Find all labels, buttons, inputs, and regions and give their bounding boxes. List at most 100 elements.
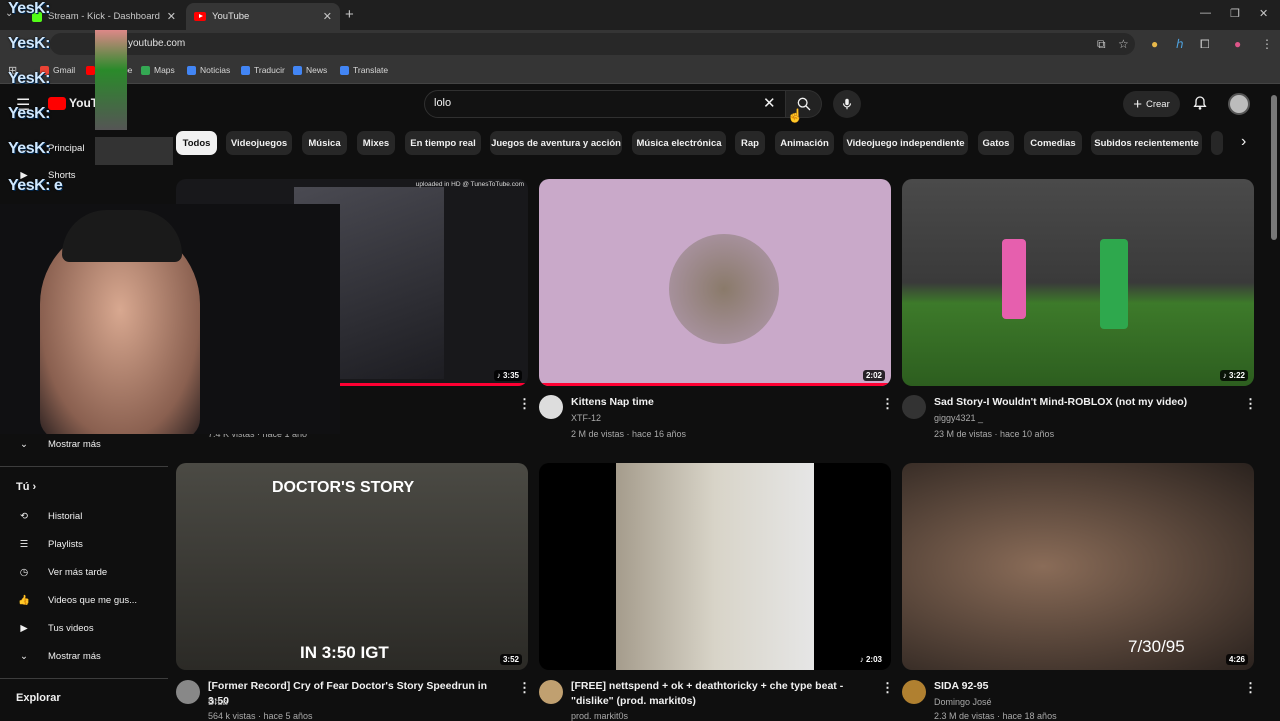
extension-icon[interactable]: ● <box>1151 37 1158 51</box>
chip-mixes[interactable]: Mixes <box>357 131 395 155</box>
chip-todos[interactable]: Todos <box>176 131 217 155</box>
youtube-favicon-icon <box>194 12 206 21</box>
more-options-icon[interactable]: ⋮ <box>518 396 531 412</box>
new-tab-button[interactable]: + <box>345 6 354 23</box>
chip-videojuego-independiente[interactable]: Videojuego independiente <box>843 131 968 155</box>
sidebar-divider <box>0 678 168 679</box>
sidebar-show-more-2[interactable]: ⌄ Mostrar más <box>16 648 101 664</box>
bookmark-maps[interactable]: Maps <box>141 65 175 75</box>
duration-badge: ♪ 2:03 <box>856 654 885 665</box>
news-icon <box>187 65 196 75</box>
chip-musica-electronica[interactable]: Música electrónica <box>632 131 726 155</box>
channel-avatar[interactable] <box>176 680 200 704</box>
bookmark-star-icon[interactable]: ☆ <box>1118 37 1129 51</box>
channel-avatar[interactable] <box>539 395 563 419</box>
more-options-icon[interactable]: ⋮ <box>518 680 531 696</box>
sidebar-divider <box>0 466 168 467</box>
chevron-right-icon[interactable]: › <box>1241 133 1246 151</box>
thumbnail-image <box>669 234 779 344</box>
search-query: lolo <box>434 97 452 109</box>
video-thumbnail-5[interactable]: ♪ 2:03 <box>539 463 891 670</box>
bookmark-news[interactable]: News <box>293 65 327 75</box>
duration-badge: 2:02 <box>862 370 885 381</box>
yesk-overlay-brand: YesK: <box>8 70 50 87</box>
more-options-icon[interactable]: ⋮ <box>881 680 894 696</box>
channel-avatar[interactable] <box>539 680 563 704</box>
chip-musica[interactable]: Música <box>302 131 347 155</box>
sidebar-item-tus-videos[interactable]: ▶ Tus videos <box>16 620 93 636</box>
address-bar[interactable] <box>50 33 1135 55</box>
clear-search-icon[interactable]: ✕ <box>763 94 776 112</box>
thumbnail-overlay-text: IN 3:50 IGT <box>300 643 389 662</box>
chip-comedias[interactable]: Comedias <box>1024 131 1082 155</box>
close-tab-icon[interactable]: ✕ <box>323 10 332 23</box>
chip-juegos-aventura[interactable]: Juegos de aventura y acción <box>490 131 622 155</box>
tab-youtube[interactable]: YouTube ✕ <box>186 3 340 30</box>
create-button[interactable]: + Crear <box>1123 91 1180 117</box>
maps-icon <box>141 65 150 75</box>
sidebar-show-more-1[interactable]: ⌄ Mostrar más <box>16 436 101 452</box>
chip-videojuegos[interactable]: Videojuegos <box>226 131 292 155</box>
bookmark-noticias[interactable]: Noticias <box>187 65 230 75</box>
chip-subidos-recientemente[interactable]: Subidos recientemente <box>1091 131 1202 155</box>
more-options-icon[interactable]: ⋮ <box>1244 396 1257 412</box>
chip-gatos[interactable]: Gatos <box>978 131 1014 155</box>
video-thumbnail-4[interactable]: DOCTOR'S STORY IN 3:50 IGT 3:52 <box>176 463 528 670</box>
more-options-icon[interactable]: ⋮ <box>1244 680 1257 696</box>
chip-partial[interactable] <box>1211 131 1223 155</box>
yesk-overlay-brand: YesK: <box>8 0 50 17</box>
overlay-thumbnail <box>95 30 127 130</box>
url-text: youtube.com <box>128 38 186 49</box>
chip-rap[interactable]: Rap <box>735 131 765 155</box>
video-thumbnail-3[interactable]: ♪ 3:22 <box>902 179 1254 386</box>
sidebar-item-playlists[interactable]: ☰ Playlists <box>16 536 83 552</box>
video-title[interactable]: [Former Record] Cry of Fear Doctor's Sto… <box>208 679 508 709</box>
account-avatar[interactable] <box>1228 93 1250 115</box>
chip-animacion[interactable]: Animación <box>775 131 834 155</box>
channel-name[interactable]: giggy4321 _ <box>934 413 983 423</box>
thumbnail-image <box>616 463 814 670</box>
video-title[interactable]: SIDA 92-95 <box>934 679 1234 694</box>
close-tab-icon[interactable]: ✕ <box>167 10 176 23</box>
minimize-button[interactable]: — <box>1200 7 1211 19</box>
more-options-icon[interactable]: ⋮ <box>881 396 894 412</box>
close-window-button[interactable]: ✕ <box>1259 7 1268 20</box>
channel-avatar[interactable] <box>902 680 926 704</box>
maximize-button[interactable]: ❐ <box>1230 7 1240 20</box>
notifications-button[interactable] <box>1192 94 1208 117</box>
video-title[interactable]: Kittens Nap time <box>571 395 871 410</box>
translate-extension-icon[interactable]: ℎ <box>1176 37 1184 51</box>
channel-avatar[interactable] <box>902 395 926 419</box>
progress-bar <box>539 383 891 386</box>
install-app-icon[interactable]: ⧉ <box>1097 37 1106 52</box>
sidebar-item-historial[interactable]: ⟲ Historial <box>16 508 82 524</box>
youtube-icon <box>86 65 95 75</box>
page-scrollbar[interactable] <box>1271 95 1277 240</box>
channel-name[interactable]: XTF-12 <box>571 413 601 423</box>
yesk-overlay-brand: YesK: <box>8 105 50 122</box>
sidebar-you-header[interactable]: Tú › <box>16 481 36 493</box>
plus-icon: + <box>1133 95 1142 113</box>
thumbnail-image <box>1100 239 1128 329</box>
channel-name[interactable]: DrLa <box>208 697 228 707</box>
profile-avatar-icon[interactable]: ● <box>1234 37 1241 51</box>
sidebar-item-liked-videos[interactable]: 👍 Videos que me gus... <box>16 592 137 608</box>
webcam-cap <box>62 210 182 262</box>
video-thumbnail-6[interactable]: 7/30/95 4:26 <box>902 463 1254 670</box>
bookmark-translate[interactable]: Translate <box>340 65 388 75</box>
video-title[interactable]: [FREE] nettspend + ok + deathtoricky + c… <box>571 679 876 709</box>
browser-menu-icon[interactable]: ⋮ <box>1261 37 1273 51</box>
bookmark-traducir[interactable]: Traducir <box>241 65 285 75</box>
overlay-thumbnail <box>95 137 173 165</box>
chevron-down-icon: ⌄ <box>20 650 28 662</box>
channel-name[interactable]: Domingo José <box>934 697 992 707</box>
video-thumbnail-2[interactable]: 2:02 <box>539 179 891 386</box>
extensions-puzzle-icon[interactable]: ⧠ <box>1200 37 1210 52</box>
streamer-webcam-overlay <box>0 204 340 434</box>
voice-search-button[interactable] <box>833 90 861 118</box>
history-icon: ⟲ <box>20 510 28 522</box>
search-input[interactable] <box>424 90 786 118</box>
sidebar-item-ver-mas-tarde[interactable]: ◷ Ver más tarde <box>16 564 107 580</box>
chip-en-tiempo-real[interactable]: En tiempo real <box>405 131 481 155</box>
video-title[interactable]: Sad Story-I Wouldn't Mind-ROBLOX (not my… <box>934 395 1239 410</box>
